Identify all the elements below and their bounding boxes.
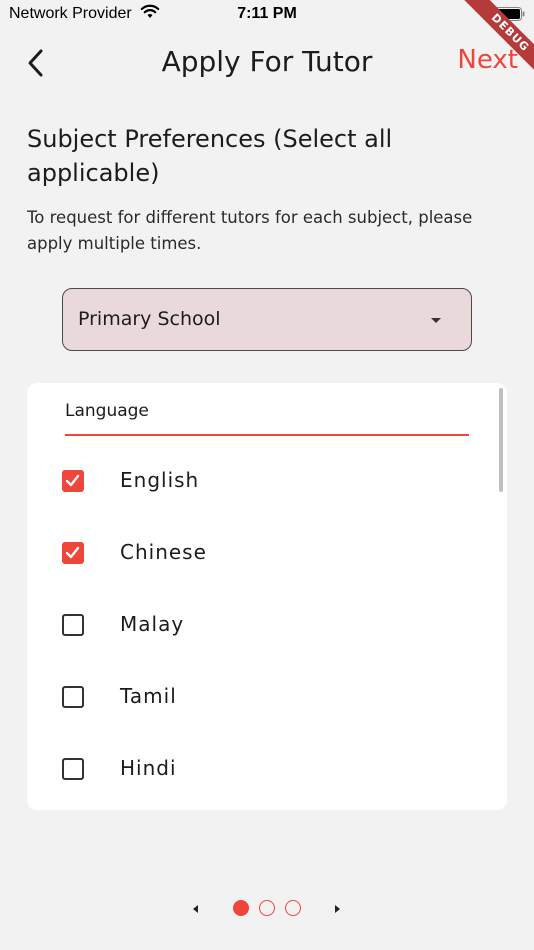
app-bar: Apply For Tutor Next (0, 38, 534, 88)
subject-label: Hindi (120, 756, 177, 780)
check-icon (65, 546, 80, 559)
check-icon (65, 474, 80, 487)
subject-label: English (120, 468, 200, 492)
checkbox[interactable] (62, 758, 84, 780)
status-bar: Network Provider 7:11 PM (0, 0, 534, 30)
page-title: Apply For Tutor (161, 45, 373, 78)
page-dot-1[interactable] (233, 900, 249, 916)
page-dot-3[interactable] (285, 900, 301, 916)
subject-item-english[interactable]: English (27, 453, 507, 513)
level-dropdown[interactable]: Primary School (62, 288, 472, 351)
caret-down-icon (431, 318, 441, 323)
status-time: 7:11 PM (237, 5, 297, 22)
next-button[interactable]: Next (457, 45, 518, 75)
category-underline (65, 434, 469, 436)
page-indicator (0, 898, 534, 922)
level-dropdown-value: Primary School (78, 308, 221, 330)
subject-label: Chinese (120, 540, 207, 564)
checkbox[interactable] (62, 470, 84, 492)
caret-left-icon[interactable] (193, 905, 198, 913)
subject-item-tamil[interactable]: Tamil (27, 669, 507, 729)
checkbox[interactable] (62, 614, 84, 636)
subject-item-malay[interactable]: Malay (27, 597, 507, 657)
subject-label: Malay (120, 612, 185, 636)
checkbox[interactable] (62, 686, 84, 708)
helper-text: To request for different tutors for each… (27, 208, 473, 253)
category-label: Language (65, 401, 149, 421)
section-title: Subject Preferences (Select all applicab… (27, 125, 393, 187)
subject-card: Language English Chinese Malay Tamil Hin… (27, 383, 507, 810)
page-dot-2[interactable] (259, 900, 275, 916)
subject-label: Tamil (120, 684, 177, 708)
subject-item-hindi[interactable]: Hindi (27, 741, 507, 801)
checkbox[interactable] (62, 542, 84, 564)
subject-item-chinese[interactable]: Chinese (27, 525, 507, 585)
caret-right-icon[interactable] (335, 905, 340, 913)
